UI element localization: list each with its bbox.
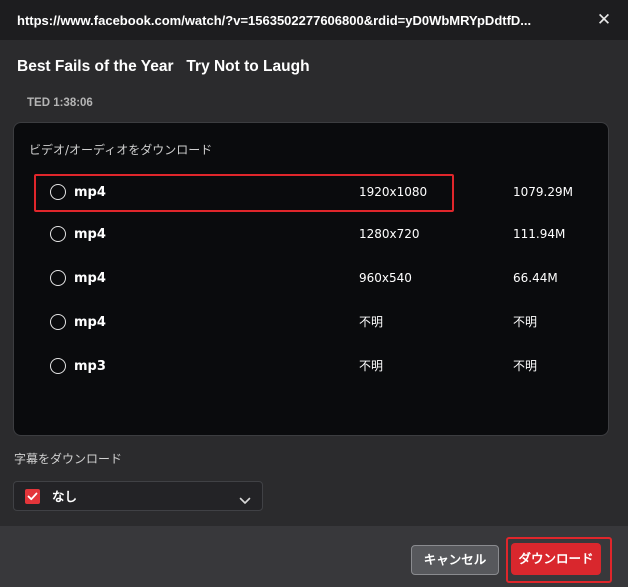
title-bar: https://www.facebook.com/watch/?v=156350… <box>0 0 628 40</box>
format-panel-title: ビデオ/オーディオをダウンロード <box>29 143 213 157</box>
radio-button[interactable] <box>50 358 66 374</box>
subtitle-section-label: 字幕をダウンロード <box>14 452 123 466</box>
chevron-down-icon <box>239 491 251 510</box>
check-icon[interactable] <box>25 489 40 504</box>
format-option-2[interactable]: mp4 1280x720 111.94M <box>34 216 565 254</box>
format-option-1[interactable]: mp4 1920x1080 1079.29M <box>34 174 573 212</box>
size-label: 111.94M <box>513 227 566 241</box>
close-icon[interactable]: ✕ <box>592 9 616 31</box>
format-label: mp4 <box>74 185 106 200</box>
resolution-label: 不明 <box>359 315 384 329</box>
download-button[interactable]: ダウンロード <box>511 543 601 575</box>
size-label: 66.44M <box>513 271 558 285</box>
format-panel: ビデオ/オーディオをダウンロード mp4 1920x1080 1079.29M … <box>13 122 609 436</box>
size-label: 不明 <box>513 359 538 373</box>
format-option-3[interactable]: mp4 960x540 66.44M <box>34 260 558 298</box>
resolution-label: 960x540 <box>359 271 412 285</box>
size-label: 1079.29M <box>513 185 573 199</box>
format-label: mp4 <box>74 271 106 286</box>
size-label: 不明 <box>513 315 538 329</box>
format-option-5[interactable]: mp3 不明 不明 <box>34 348 537 386</box>
radio-button[interactable] <box>50 226 66 242</box>
video-url: https://www.facebook.com/watch/?v=156350… <box>17 13 532 28</box>
format-label: mp4 <box>74 315 106 330</box>
resolution-label: 1920x1080 <box>359 185 428 199</box>
subtitle-select[interactable]: なし <box>13 481 263 511</box>
video-title: Best Fails of the Year Try Not to Laugh <box>17 58 310 75</box>
resolution-label: 1280x720 <box>359 227 420 241</box>
video-meta: TED 1:38:06 <box>27 97 93 109</box>
subtitle-selected-value: なし <box>52 489 78 504</box>
download-dialog: https://www.facebook.com/watch/?v=156350… <box>0 0 628 587</box>
format-label: mp4 <box>74 227 106 242</box>
radio-button[interactable] <box>50 314 66 330</box>
cancel-button[interactable]: キャンセル <box>411 545 499 575</box>
radio-button[interactable] <box>50 270 66 286</box>
resolution-label: 不明 <box>359 359 384 373</box>
radio-button[interactable] <box>50 184 66 200</box>
format-label: mp3 <box>74 359 106 374</box>
format-option-4[interactable]: mp4 不明 不明 <box>34 304 537 342</box>
